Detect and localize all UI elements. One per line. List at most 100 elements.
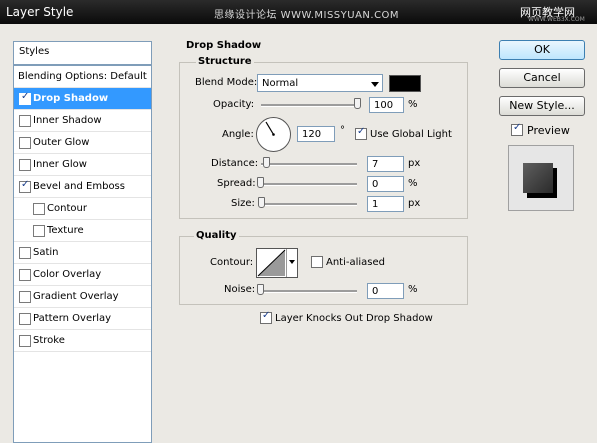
spread-slider-thumb[interactable] <box>257 177 264 188</box>
style-item-checkbox[interactable] <box>19 159 31 171</box>
style-item-contour[interactable]: Contour <box>14 198 151 220</box>
size-unit: px <box>408 198 421 209</box>
opacity-slider-track[interactable] <box>261 104 360 107</box>
style-item-inner-glow[interactable]: Inner Glow <box>14 154 151 176</box>
noise-slider-thumb[interactable] <box>257 284 264 295</box>
style-item-label: Satin <box>33 247 59 258</box>
style-item-pattern-overlay[interactable]: Pattern Overlay <box>14 308 151 330</box>
chevron-down-icon <box>371 82 379 87</box>
style-item-checkbox[interactable] <box>19 91 31 105</box>
style-item-color-overlay[interactable]: Color Overlay <box>14 264 151 286</box>
style-item-checkbox[interactable] <box>19 115 31 127</box>
distance-label: Distance: <box>211 158 259 169</box>
style-item-label: Gradient Overlay <box>33 291 119 302</box>
style-item-checkbox[interactable] <box>19 247 31 259</box>
style-item-label: Stroke <box>33 335 65 346</box>
size-label: Size: <box>231 198 255 209</box>
knockout-label: Layer Knocks Out Drop Shadow <box>275 313 433 324</box>
style-item-checkbox[interactable] <box>33 203 45 215</box>
quality-group <box>179 236 468 305</box>
contour-label: Contour: <box>210 257 254 268</box>
angle-unit: ° <box>340 125 345 136</box>
spread-label: Spread: <box>217 178 256 189</box>
use-global-light-checkbox[interactable] <box>355 126 367 140</box>
preview-square <box>523 163 553 193</box>
style-item-inner-shadow[interactable]: Inner Shadow <box>14 110 151 132</box>
spread-slider-track[interactable] <box>261 183 357 186</box>
use-global-light-label: Use Global Light <box>370 129 452 140</box>
style-item-blending-options-default[interactable]: Blending Options: Default <box>14 66 151 88</box>
structure-title: Structure <box>196 56 254 67</box>
style-item-checkbox[interactable] <box>19 313 31 325</box>
title-bar[interactable]: Layer Style 思缘设计论坛 WWW.MISSYUAN.COM 网页教学… <box>0 0 597 24</box>
angle-input[interactable]: 120 <box>297 126 335 142</box>
contour-curve-icon <box>257 249 286 277</box>
style-item-label: Contour <box>47 203 87 214</box>
style-item-label: Texture <box>47 225 84 236</box>
size-slider-track[interactable] <box>261 203 357 206</box>
layer-style-dialog: Layer Style 思缘设计论坛 WWW.MISSYUAN.COM 网页教学… <box>0 0 597 443</box>
ok-button[interactable]: OK <box>499 40 585 60</box>
style-item-checkbox[interactable] <box>33 225 45 237</box>
preview-label: Preview <box>527 124 570 137</box>
drop-shadow-title: Drop Shadow <box>186 40 262 51</box>
watermark-center: 思缘设计论坛 WWW.MISSYUAN.COM <box>214 10 400 21</box>
style-item-stroke[interactable]: Stroke <box>14 330 151 352</box>
noise-input[interactable]: 0 <box>367 283 404 299</box>
style-item-label: Bevel and Emboss <box>33 181 125 192</box>
opacity-input[interactable]: 100 <box>369 97 404 113</box>
style-item-checkbox[interactable] <box>19 179 31 193</box>
style-item-label: Blending Options: Default <box>18 71 147 82</box>
contour-dropdown-arrow[interactable] <box>286 249 297 277</box>
style-item-label: Outer Glow <box>33 137 90 148</box>
style-item-outer-glow[interactable]: Outer Glow <box>14 132 151 154</box>
styles-list: Blending Options: Default Drop Shadow Inne… <box>13 65 152 443</box>
knockout-checkbox[interactable] <box>260 310 272 324</box>
style-item-checkbox[interactable] <box>19 335 31 347</box>
angle-dial[interactable] <box>256 117 291 152</box>
angle-label: Angle: <box>222 129 254 140</box>
blend-mode-value: Normal <box>262 78 299 89</box>
spread-unit: % <box>408 178 418 189</box>
distance-slider-thumb[interactable] <box>263 157 270 168</box>
preview-checkbox[interactable] <box>511 122 523 136</box>
size-input[interactable]: 1 <box>367 196 404 212</box>
blend-mode-select[interactable]: Normal <box>257 74 383 92</box>
noise-unit: % <box>408 284 418 295</box>
style-item-checkbox[interactable] <box>19 269 31 281</box>
opacity-slider-thumb[interactable] <box>354 98 361 109</box>
style-item-bevel-and-emboss[interactable]: Bevel and Emboss <box>14 176 151 198</box>
anti-aliased-checkbox[interactable] <box>311 256 323 268</box>
style-item-label: Pattern Overlay <box>33 313 112 324</box>
style-item-label: Inner Shadow <box>33 115 102 126</box>
noise-slider-track[interactable] <box>261 290 357 293</box>
spread-input[interactable]: 0 <box>367 176 404 192</box>
style-item-gradient-overlay[interactable]: Gradient Overlay <box>14 286 151 308</box>
style-item-label: Drop Shadow <box>33 93 109 104</box>
styles-header[interactable]: Styles <box>13 41 152 65</box>
style-item-satin[interactable]: Satin <box>14 242 151 264</box>
watermark-url: WWW.WEB3X.COM <box>528 16 585 23</box>
quality-title: Quality <box>194 230 239 241</box>
angle-dial-needle <box>265 121 275 136</box>
blend-mode-label: Blend Mode: <box>195 77 258 88</box>
contour-picker[interactable] <box>256 248 298 278</box>
style-preview-thumbnail <box>508 145 574 211</box>
distance-unit: px <box>408 158 421 169</box>
opacity-unit: % <box>408 99 418 110</box>
anti-aliased-label: Anti-aliased <box>326 257 386 268</box>
style-item-label: Inner Glow <box>33 159 87 170</box>
size-slider-thumb[interactable] <box>258 197 265 208</box>
styles-header-label: Styles <box>19 46 50 57</box>
cancel-button[interactable]: Cancel <box>499 68 585 88</box>
style-item-drop-shadow[interactable]: Drop Shadow <box>14 88 151 110</box>
shadow-color-swatch[interactable] <box>389 75 421 92</box>
style-item-checkbox[interactable] <box>19 291 31 303</box>
style-item-texture[interactable]: Texture <box>14 220 151 242</box>
style-item-checkbox[interactable] <box>19 137 31 149</box>
new-style-button[interactable]: New Style... <box>499 96 585 116</box>
window-title: Layer Style <box>6 5 74 19</box>
opacity-label: Opacity: <box>213 99 255 110</box>
distance-input[interactable]: 7 <box>367 156 404 172</box>
distance-slider-track[interactable] <box>261 163 357 166</box>
